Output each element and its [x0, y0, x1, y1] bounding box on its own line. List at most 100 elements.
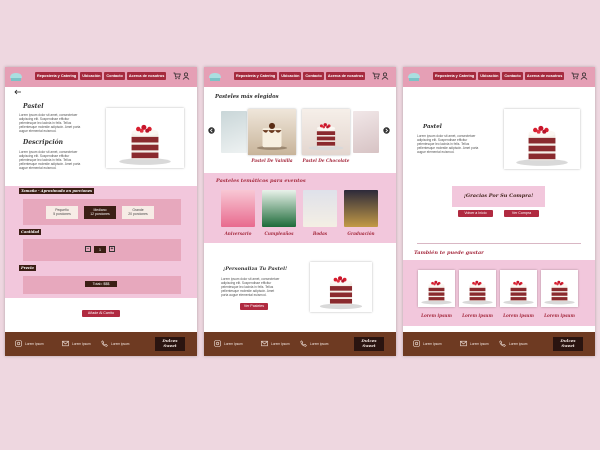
footer-phone-text: Lorem ipsum: [310, 342, 329, 346]
theme-image-birthday[interactable]: [262, 190, 296, 227]
footer-mail-text: Lorem Ipsum: [470, 342, 489, 346]
also-like-title: También te puede gustar: [414, 250, 484, 256]
user-icon[interactable]: [580, 72, 588, 80]
theme-image-graduation[interactable]: [344, 190, 378, 227]
mail-icon[interactable]: [460, 340, 467, 347]
logo-icon[interactable]: [208, 71, 222, 82]
nav-link-contact[interactable]: Contacto: [502, 72, 523, 80]
favorites-title: Pasteles más elegidos: [215, 94, 279, 100]
themes-title: Pasteles temáticos para eventos: [216, 178, 306, 184]
instagram-icon[interactable]: [413, 340, 420, 347]
product-title: Pastel: [23, 103, 44, 110]
product-title: Pastel: [423, 124, 442, 130]
personalize-image: [310, 262, 372, 312]
product-text: Lorem ipsum dolor sit amet, consectetuer…: [417, 134, 479, 154]
theme-caption-birthday[interactable]: Cumpleaños: [262, 231, 296, 236]
size-option-large[interactable]: Grande 20 porciones: [122, 206, 154, 219]
back-home-button[interactable]: Volver a Inicio: [458, 210, 493, 217]
cart-icon[interactable]: [372, 72, 380, 80]
description-title: Descripción: [23, 139, 63, 146]
size-header: Tamaño - Aproximado en porciones: [19, 188, 95, 194]
phone-icon[interactable]: [499, 340, 506, 347]
favorite-cake-image-chocolate[interactable]: [302, 109, 350, 155]
recommendation-image-2[interactable]: [459, 270, 496, 307]
home-screen: Repostería y Catering Ubicación Contacto…: [204, 67, 396, 356]
footer-phone-text: Lorem ipsum: [509, 342, 528, 346]
brand-badge: Dulces Sweet: [155, 337, 185, 351]
mail-icon[interactable]: [62, 340, 69, 347]
nav-link-bakery[interactable]: Repostería y Catering: [35, 72, 79, 80]
theme-caption-wedding[interactable]: Bodas: [303, 231, 337, 236]
product-image: [106, 108, 184, 168]
chocolate-cake-image: [308, 123, 344, 151]
recommendation-image-1[interactable]: [418, 270, 455, 307]
cake-image: [503, 280, 534, 305]
nav-link-location[interactable]: Ubicación: [80, 72, 103, 80]
view-purchase-button[interactable]: Ver Compra: [504, 210, 539, 217]
navbar: Repostería y Catering Ubicación Contacto…: [204, 67, 396, 87]
nav-link-about[interactable]: Acerca de nosotros: [524, 72, 565, 80]
size-option-medium[interactable]: Mediano 12 porciones: [84, 206, 116, 219]
carousel-side-image-right: [353, 111, 379, 153]
description-text: Lorem ipsum dolor sit amet, consectetuer…: [19, 150, 81, 170]
logo-icon[interactable]: [407, 71, 421, 82]
brand-badge: Dulces Sweet: [354, 337, 384, 351]
mail-icon[interactable]: [261, 340, 268, 347]
user-icon[interactable]: [182, 72, 190, 80]
recommendation-caption-1[interactable]: Lorem ipsum: [418, 313, 455, 318]
nav-link-contact[interactable]: Contacto: [104, 72, 125, 80]
product-image: [504, 109, 580, 169]
recommendation-caption-2[interactable]: Lorem ipsum: [459, 313, 496, 318]
user-icon[interactable]: [381, 72, 389, 80]
nav-link-location[interactable]: Ubicación: [478, 72, 501, 80]
carousel-next-icon[interactable]: [383, 127, 390, 134]
cake-image: [462, 280, 493, 305]
product-detail-screen: Repostería y Catering Ubicación Contacto…: [5, 67, 197, 356]
quantity-increase-button[interactable]: +: [109, 246, 115, 252]
nav-link-about[interactable]: Acerca de nosotros: [126, 72, 167, 80]
phone-icon[interactable]: [101, 340, 108, 347]
instagram-icon[interactable]: [214, 340, 221, 347]
theme-image-wedding[interactable]: [303, 190, 337, 227]
cart-icon[interactable]: [173, 72, 181, 80]
thanks-message: ¡Gracias Por Su Compra!: [452, 186, 545, 207]
theme-caption-graduation[interactable]: Graduación: [344, 231, 378, 236]
size-option-small[interactable]: Pequeño 5 porciones: [46, 206, 78, 219]
nav-link-contact[interactable]: Contacto: [303, 72, 324, 80]
nav-link-about[interactable]: Acerca de nosotros: [325, 72, 366, 80]
footer-instagram-text: Lorem Ipsum: [423, 342, 442, 346]
back-arrow-icon[interactable]: [14, 89, 22, 95]
footer: Lorem Ipsum Lorem Ipsum Lorem ipsum Dulc…: [5, 332, 197, 356]
recommendation-caption-3[interactable]: Lorem ipsum: [500, 313, 537, 318]
instagram-icon[interactable]: [15, 340, 22, 347]
quantity-value[interactable]: 1: [94, 246, 106, 253]
size-portions: 5 porciones: [53, 212, 71, 216]
cart-icon[interactable]: [571, 72, 579, 80]
recommendation-caption-4[interactable]: Lorem ipsum: [541, 313, 578, 318]
divider: [417, 243, 581, 244]
add-to-cart-button[interactable]: Añade Al Carrito: [82, 310, 120, 317]
theme-image-anniversary[interactable]: [221, 190, 255, 227]
total-price: Total= $$$: [85, 281, 117, 287]
nav-link-location[interactable]: Ubicación: [279, 72, 302, 80]
carousel-prev-icon[interactable]: [208, 127, 215, 134]
phone-icon[interactable]: [300, 340, 307, 347]
navbar: Repostería y Catering Ubicación Contacto…: [403, 67, 595, 87]
favorite-caption-vanilla[interactable]: Pastel De Vainilla: [244, 158, 300, 163]
see-cakes-button[interactable]: Ver Pasteles: [240, 303, 268, 310]
personalize-text: Lorem ipsum dolor sit amet, consectetuer…: [221, 277, 280, 297]
favorite-caption-chocolate[interactable]: Pastel De Chocolate: [298, 158, 354, 163]
recommendation-image-4[interactable]: [541, 270, 578, 307]
footer: Lorem Ipsum Lorem Ipsum Lorem ipsum Dulc…: [204, 332, 396, 356]
purchase-confirmation-screen: Repostería y Catering Ubicación Contacto…: [403, 67, 595, 356]
favorite-cake-image-vanilla[interactable]: [248, 109, 296, 155]
nav-link-bakery[interactable]: Repostería y Catering: [433, 72, 477, 80]
carousel-side-image-left: [221, 111, 247, 153]
recommendation-image-3[interactable]: [500, 270, 537, 307]
nav-link-bakery[interactable]: Repostería y Catering: [234, 72, 278, 80]
theme-caption-anniversary[interactable]: Aniversario: [221, 231, 255, 236]
navbar: Repostería y Catering Ubicación Contacto…: [5, 67, 197, 87]
quantity-decrease-button[interactable]: −: [85, 246, 91, 252]
logo-icon[interactable]: [9, 71, 23, 82]
vanilla-cake-image: [256, 122, 288, 150]
